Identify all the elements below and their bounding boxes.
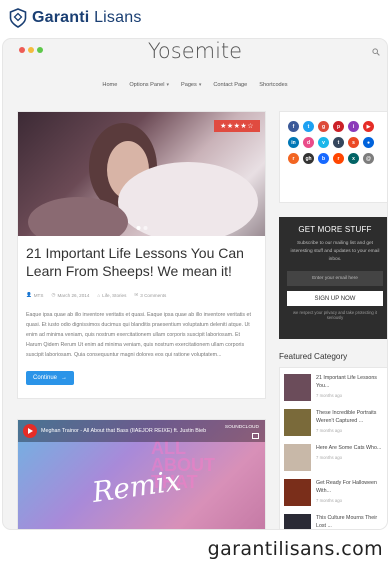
featured-heading: Featured Category <box>279 352 348 361</box>
video-embed[interactable]: ALL ABOUT THAT Meghan Trainor - All About … <box>17 419 266 529</box>
soundcloud-label[interactable]: SOUNDCLOUD <box>225 425 259 430</box>
reddit-icon[interactable]: r <box>333 153 344 164</box>
xing-icon[interactable]: x <box>348 153 359 164</box>
featured-title[interactable]: 21 Important Life Lessons You... <box>316 374 386 390</box>
featured-thumbnail[interactable] <box>284 409 311 436</box>
tag-icon: ⌂ <box>97 292 101 298</box>
facebook-icon[interactable]: f <box>288 121 299 132</box>
remix-word: Remix <box>90 463 183 510</box>
play-icon[interactable] <box>23 424 37 438</box>
featured-date: 7 months ago <box>316 428 343 433</box>
meta-comments[interactable]: ✉ 3 Comments <box>134 292 166 298</box>
linkedin-icon[interactable]: in <box>288 137 299 148</box>
meta-date: ◷ March 26, 2014 <box>51 292 90 298</box>
main-nav: Home Options Panel ▾ Pages ▾ Contact Page Shor… <box>3 82 387 88</box>
youtube-icon[interactable]: ▶ <box>363 121 374 132</box>
vimeo-icon[interactable]: v <box>318 137 329 148</box>
nav-item-label: Pages <box>180 82 197 88</box>
featured-title[interactable]: Here Are Some Cats Who... <box>316 444 381 452</box>
subscribe-description: Subscribe to our mailing list and get in… <box>290 241 380 262</box>
nav-item-label: Home <box>102 82 118 88</box>
subscribe-title: GET MORE STUFF <box>298 225 372 234</box>
rss-icon[interactable]: r <box>288 153 299 164</box>
continue-label: Continue <box>33 375 58 381</box>
featured-thumbnail[interactable] <box>284 374 311 401</box>
tumblr-icon[interactable]: t <box>333 137 344 148</box>
chevron-down-icon: ▾ <box>166 82 169 88</box>
post-featured-image[interactable]: ★★★★☆ <box>18 112 265 236</box>
theme-preview: Yosemite Home Options Panel ▾ Pages ▾ Contact… <box>2 38 388 530</box>
featured-title[interactable]: This Culture Mourns Their Lost ... <box>316 514 386 529</box>
featured-widget: Featured Category 21 Important Life Less… <box>279 352 387 529</box>
nav-item-label: Contact Page <box>213 82 248 88</box>
clock-icon: ◷ <box>51 292 56 297</box>
comment-icon: ✉ <box>134 292 139 297</box>
watermark: garantilisans.com <box>207 538 383 560</box>
featured-item[interactable]: 21 Important Life Lessons You... 7 months… <box>284 373 386 408</box>
post-excerpt: Eaque ipsa quae ab illo inventore verita… <box>26 312 251 358</box>
continue-button[interactable]: Continue → <box>26 371 75 385</box>
meta-category[interactable]: ⌂ Life, Stories <box>97 292 126 298</box>
nav-item[interactable]: Pages ▾ <box>181 82 201 88</box>
brand-name: Garanti Lisans <box>32 9 142 26</box>
slider-dots[interactable] <box>136 226 147 230</box>
nav-item[interactable]: Shortcodes <box>259 82 287 88</box>
flickr-icon[interactable]: ● <box>363 137 374 148</box>
behance-icon[interactable]: b <box>318 153 329 164</box>
featured-title[interactable]: These Incredible Portraits Weren't Captu… <box>316 409 386 425</box>
featured-list: 21 Important Life Lessons You... 7 months… <box>279 367 387 529</box>
featured-item[interactable]: These Incredible Portraits Weren't Captu… <box>284 408 386 443</box>
nav-item[interactable]: Options Panel ▾ <box>129 82 169 88</box>
twitter-icon[interactable]: t <box>303 121 314 132</box>
video-title[interactable]: Meghan Trainor - All About that Bass (II… <box>41 428 206 434</box>
featured-date: 7 months ago <box>316 455 343 460</box>
nav-item[interactable]: Contact Page <box>213 82 247 88</box>
meta-author[interactable]: 👤 MTS <box>26 292 43 298</box>
brand-header: Garanti Lisans <box>0 0 390 36</box>
nav-item-label: Options Panel <box>129 82 165 88</box>
slider-dot[interactable] <box>143 226 147 230</box>
post-title[interactable]: 21 Important Life Lessons You Can Learn … <box>26 244 257 280</box>
dribbble-icon[interactable]: d <box>303 137 314 148</box>
post-card: ★★★★☆ 21 Important Life Lessons You Can … <box>17 111 266 399</box>
instagram-icon[interactable]: i <box>348 121 359 132</box>
email-field[interactable]: Enter your email here <box>287 271 383 286</box>
nav-item[interactable]: Home <box>102 82 117 88</box>
stumbleupon-icon[interactable]: s <box>348 137 359 148</box>
pinterest-icon[interactable]: p <box>333 121 344 132</box>
privacy-note: we respect your privacy and take protect… <box>292 310 378 320</box>
site-title[interactable]: Yosemite <box>3 39 387 63</box>
featured-item[interactable]: This Culture Mourns Their Lost ...7 mont… <box>284 513 386 529</box>
arrow-right-icon: → <box>61 375 68 381</box>
email-icon[interactable]: @ <box>363 153 374 164</box>
shield-logo-icon <box>9 8 27 28</box>
share-icon[interactable] <box>252 433 259 439</box>
featured-thumbnail[interactable] <box>284 514 311 529</box>
slider-dot[interactable] <box>136 226 140 230</box>
featured-item[interactable]: Get Ready For Halloween With... 7 months … <box>284 478 386 513</box>
social-widget: f t g p i ▶ in d v t s ● r gh b r x @ <box>279 111 387 203</box>
subscribe-widget: GET MORE STUFF Subscribe to our mailing … <box>279 217 387 339</box>
github-icon[interactable]: gh <box>303 153 314 164</box>
chevron-down-icon: ▾ <box>198 82 202 88</box>
featured-date: 7 months ago <box>316 393 343 398</box>
video-titlebar: Meghan Trainor - All About that Bass (II… <box>18 420 265 442</box>
featured-item[interactable]: Here Are Some Cats Who... 7 months ago <box>284 443 386 478</box>
nav-item-label: Shortcodes <box>259 82 288 88</box>
featured-thumbnail[interactable] <box>284 444 311 471</box>
post-meta: 👤 MTS ◷ March 26, 2014 ⌂ Life, Stories ✉ 3 C… <box>26 292 257 298</box>
google-plus-icon[interactable]: g <box>318 121 329 132</box>
signup-button[interactable]: SIGN UP NOW <box>287 291 383 306</box>
search-icon[interactable] <box>372 48 380 56</box>
featured-thumbnail[interactable] <box>284 479 311 506</box>
rating-badge: ★★★★☆ <box>214 120 260 132</box>
featured-date: 7 months ago <box>316 498 343 503</box>
user-icon: 👤 <box>26 292 32 297</box>
featured-title[interactable]: Get Ready For Halloween With... <box>316 479 386 495</box>
